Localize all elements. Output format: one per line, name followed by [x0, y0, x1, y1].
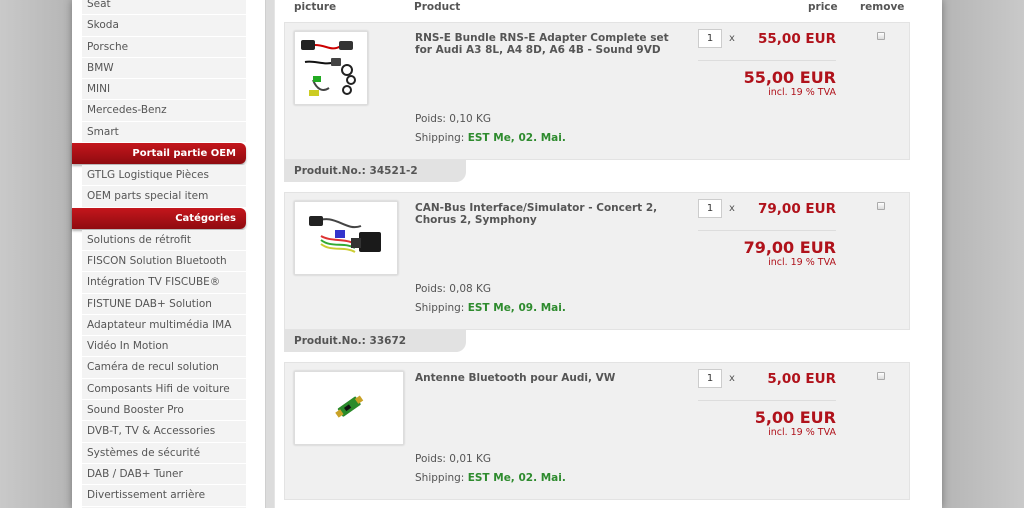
- price-separator: [698, 400, 836, 401]
- unit-price: 5,00 EUR: [767, 371, 836, 387]
- product-number-row: Produit.No.: 33672: [284, 330, 910, 362]
- total-price: 55,00 EUR: [743, 68, 836, 87]
- times-sign: x: [729, 203, 735, 214]
- sidebar-item-sound-booster[interactable]: Sound Booster Pro: [82, 400, 246, 422]
- quantity-input[interactable]: 1: [698, 29, 722, 48]
- sidebar-item-rear-entertainment[interactable]: Divertissement arrière: [82, 485, 246, 507]
- sidebar-item-oem-special[interactable]: OEM parts special item: [82, 186, 246, 208]
- shipping-date: EST Me, 02. Mai.: [467, 472, 566, 484]
- sidebar-item-smart[interactable]: Smart: [82, 121, 246, 144]
- column-price: price: [808, 1, 838, 13]
- page-container: Seat Skoda Porsche BMW MINI Mercedes-Ben…: [72, 0, 942, 508]
- sidebar-item-mercedes-benz[interactable]: Mercedes-Benz: [82, 100, 246, 122]
- shipping-label: Shipping:: [415, 472, 465, 484]
- column-picture: picture: [294, 1, 337, 13]
- sidebar-header-oem: Portail partie OEM: [72, 143, 246, 165]
- column-product: Product: [414, 1, 461, 13]
- cable-set-icon[interactable]: [294, 31, 368, 105]
- content-divider: [265, 0, 275, 508]
- cart-item: CAN-Bus Interface/Simulator - Concert 2,…: [284, 192, 910, 330]
- sidebar-item-fistune[interactable]: FISTUNE DAB+ Solution: [82, 293, 246, 315]
- times-sign: x: [729, 373, 735, 384]
- cart-item: RNS-E Bundle RNS-E Adapter Complete set …: [284, 22, 910, 160]
- remove-checkbox[interactable]: [877, 32, 885, 40]
- bluetooth-antenna-icon[interactable]: [294, 371, 404, 445]
- product-name[interactable]: Antenne Bluetooth pour Audi, VW: [415, 372, 680, 384]
- sidebar-item-security[interactable]: Systèmes de sécurité: [82, 442, 246, 464]
- sidebar-item-fiscube[interactable]: Intégration TV FISCUBE®: [82, 272, 246, 294]
- unit-price: 55,00 EUR: [758, 31, 836, 47]
- sidebar-item-mini[interactable]: MINI: [82, 79, 246, 101]
- product-weight: Poids: 0,08 KG: [415, 283, 492, 295]
- cart-column-headers: picture Product price remove: [284, 0, 910, 14]
- sidebar-item-skoda[interactable]: Skoda: [82, 15, 246, 37]
- shipping-date: EST Me, 02. Mai.: [467, 132, 566, 144]
- vat-note: incl. 19 % TVA: [768, 257, 836, 268]
- sidebar-item-video-in-motion[interactable]: Vidéo In Motion: [82, 336, 246, 358]
- sidebar-item-bmw[interactable]: BMW: [82, 57, 246, 80]
- total-price: 79,00 EUR: [743, 238, 836, 257]
- quantity-input[interactable]: 1: [698, 369, 722, 388]
- sidebar-item-fiscon[interactable]: FISCON Solution Bluetooth: [82, 250, 246, 273]
- remove-checkbox[interactable]: [877, 372, 885, 380]
- cart-main: picture Product price remove RNS-E Bundl…: [284, 0, 910, 500]
- total-price: 5,00 EUR: [754, 408, 836, 427]
- sidebar-item-seat[interactable]: Seat: [82, 0, 246, 16]
- product-name[interactable]: CAN-Bus Interface/Simulator - Concert 2,…: [415, 202, 680, 226]
- can-bus-module-icon[interactable]: [294, 201, 398, 275]
- sidebar-item-porsche[interactable]: Porsche: [82, 36, 246, 58]
- shipping-date: EST Me, 09. Mai.: [467, 302, 566, 314]
- page-background-right: [942, 0, 1024, 508]
- product-number: Produit.No.: 34521-2: [284, 160, 466, 182]
- vat-note: incl. 19 % TVA: [768, 427, 836, 438]
- quantity-input[interactable]: 1: [698, 199, 722, 218]
- price-separator: [698, 60, 836, 61]
- sidebar-item-ima[interactable]: Adaptateur multimédia IMA: [82, 314, 246, 337]
- sidebar-item-retrofit[interactable]: Solutions de rétrofit: [82, 229, 246, 251]
- sidebar-header-categories: Catégories: [72, 207, 246, 229]
- page-background-left: [0, 0, 72, 508]
- shipping-label: Shipping:: [415, 302, 465, 314]
- shipping-info: Shipping: EST Me, 02. Mai.: [415, 132, 566, 144]
- cart-item: Antenne Bluetooth pour Audi, VW 1 x 5,00…: [284, 362, 910, 500]
- sidebar: Seat Skoda Porsche BMW MINI Mercedes-Ben…: [72, 0, 256, 508]
- vat-note: incl. 19 % TVA: [768, 87, 836, 98]
- product-weight: Poids: 0,01 KG: [415, 453, 492, 465]
- times-sign: x: [729, 33, 735, 44]
- remove-checkbox[interactable]: [877, 202, 885, 210]
- product-name[interactable]: RNS-E Bundle RNS-E Adapter Complete set …: [415, 32, 680, 56]
- price-separator: [698, 230, 836, 231]
- shipping-info: Shipping: EST Me, 02. Mai.: [415, 472, 566, 484]
- product-number-row: Produit.No.: 34521-2: [284, 160, 910, 192]
- product-number: Produit.No.: 33672: [284, 330, 466, 352]
- sidebar-item-gtlg[interactable]: GTLG Logistique Pièces: [82, 165, 246, 187]
- sidebar-item-dab[interactable]: DAB / DAB+ Tuner: [82, 463, 246, 486]
- unit-price: 79,00 EUR: [758, 201, 836, 217]
- product-weight: Poids: 0,10 KG: [415, 113, 492, 125]
- sidebar-item-hifi[interactable]: Composants Hifi de voiture: [82, 378, 246, 401]
- sidebar-item-camera[interactable]: Caméra de recul solution: [82, 357, 246, 379]
- column-remove: remove: [860, 1, 905, 13]
- sidebar-item-dvbt[interactable]: DVB-T, TV & Accessories: [82, 421, 246, 443]
- shipping-label: Shipping:: [415, 132, 465, 144]
- shipping-info: Shipping: EST Me, 09. Mai.: [415, 302, 566, 314]
